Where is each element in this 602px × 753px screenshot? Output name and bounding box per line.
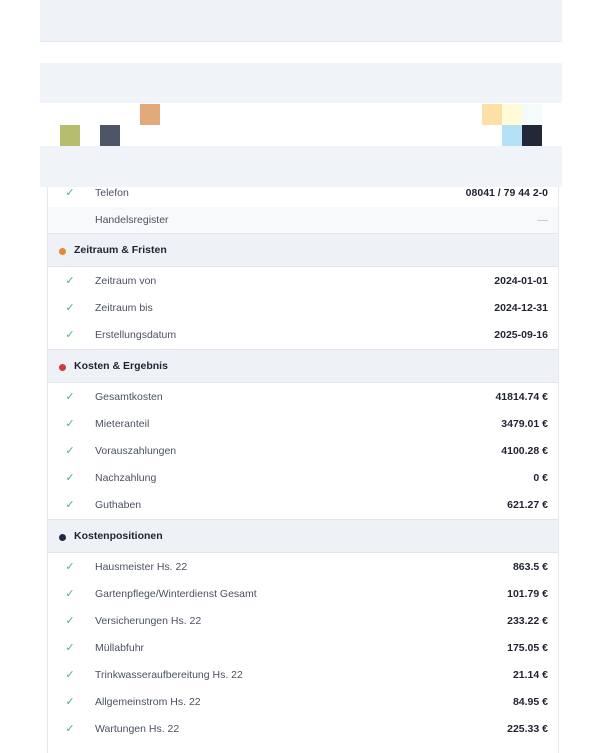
- swatch-cream: [502, 104, 522, 125]
- header-band-lower: [40, 146, 562, 187]
- list-item: ✓ Allgemeinstrom Hs. 22 84.95 €: [48, 689, 558, 716]
- check-icon: ✓: [65, 275, 75, 287]
- list-item: ✓ Gesamtkosten 41814.74 €: [48, 384, 558, 411]
- check-icon: ✓: [65, 187, 75, 199]
- check-icon: ✓: [65, 302, 75, 314]
- top-band: [40, 0, 562, 42]
- header-band: [40, 63, 562, 103]
- field-value[interactable]: 2024-12-31: [494, 302, 548, 314]
- field-label: Gesamtkosten: [95, 391, 163, 403]
- field-label: Müllabfuhr: [95, 642, 145, 654]
- swatch-mint: [522, 104, 542, 125]
- list-item: ✓ Vorauszahlungen 4100.28 €: [48, 438, 558, 465]
- check-icon: ✓: [65, 391, 75, 403]
- field-value[interactable]: 4100.28 €: [501, 445, 548, 457]
- list-item: ✓ Zeitraum bis 2024-12-31: [48, 295, 558, 322]
- swatch-tan: [140, 104, 160, 125]
- list-item: ✓ Zeitraum von 2024-01-01: [48, 268, 558, 295]
- field-label: Nachzahlung: [95, 472, 157, 484]
- list-item: ✓ Gartenpflege/Winterdienst Gesamt 101.7…: [48, 581, 558, 608]
- check-icon: ✓: [65, 418, 75, 430]
- section-header-zeitraum[interactable]: Zeitraum & Fristen: [48, 233, 558, 267]
- list-item: ✓ Mieteranteil 3479.01 €: [48, 411, 558, 438]
- check-icon: ✓: [65, 588, 75, 600]
- swatch-dark: [522, 125, 542, 146]
- check-icon: ✓: [65, 723, 75, 735]
- list-item: ✓ Versicherungen Hs. 22 233.22 €: [48, 608, 558, 635]
- field-label: Telefon: [95, 187, 129, 199]
- field-value[interactable]: 863.5 €: [513, 561, 548, 573]
- field-label: Wartungen Hs. 22: [95, 723, 180, 735]
- section-header-kosten[interactable]: Kosten & Ergebnis: [48, 349, 558, 383]
- check-icon: ✓: [65, 445, 75, 457]
- field-value[interactable]: 621.27 €: [507, 499, 548, 511]
- field-label: Gartenpflege/Winterdienst Gesamt: [95, 588, 257, 600]
- list-item: ✓ Trinkwasseraufbereitung Hs. 22 21.14 €: [48, 662, 558, 689]
- check-icon: ✓: [65, 615, 75, 627]
- status-dot-icon: [59, 248, 66, 255]
- field-value[interactable]: 3479.01 €: [501, 418, 548, 430]
- field-value[interactable]: 0 €: [533, 472, 548, 484]
- list-item: ✓ Hausmeister Hs. 22 863.5 €: [48, 554, 558, 581]
- list-item: ✓ Wartungen Hs. 22 225.33 €: [48, 716, 558, 743]
- field-label: Handelsregister: [95, 214, 169, 226]
- field-value[interactable]: 2024-01-01: [494, 275, 548, 287]
- list-item: ✓ Erstellungsdatum 2025-09-16: [48, 322, 558, 349]
- swatch-peach: [482, 104, 502, 125]
- check-icon: ✓: [65, 499, 75, 511]
- field-value[interactable]: 84.95 €: [513, 696, 548, 708]
- list-item: ✓ Nachzahlung 0 €: [48, 465, 558, 492]
- field-value[interactable]: 101.79 €: [507, 588, 548, 600]
- section-title: Kostenpositionen: [74, 530, 163, 542]
- list-item: ✓ Müllabfuhr 175.05 €: [48, 635, 558, 662]
- check-icon: ✓: [65, 472, 75, 484]
- field-label: Trinkwasseraufbereitung Hs. 22: [95, 669, 243, 681]
- swatch-sky: [502, 125, 522, 146]
- list-item: ✓ Guthaben 621.27 €: [48, 492, 558, 519]
- row-handelsregister: Handelsregister —: [48, 207, 558, 234]
- field-value[interactable]: 233.22 €: [507, 615, 548, 627]
- field-value[interactable]: 21.14 €: [513, 669, 548, 681]
- field-value[interactable]: 175.05 €: [507, 642, 548, 654]
- check-icon: ✓: [65, 669, 75, 681]
- section-title: Zeitraum & Fristen: [74, 244, 167, 256]
- swatch-olive: [60, 125, 80, 146]
- field-value[interactable]: 08041 / 79 44 2-0: [466, 187, 548, 199]
- field-label: Allgemeinstrom Hs. 22: [95, 696, 201, 708]
- field-value[interactable]: 2025-09-16: [494, 329, 548, 341]
- field-value[interactable]: —: [538, 214, 549, 226]
- check-icon: ✓: [65, 696, 75, 708]
- field-label: Guthaben: [95, 499, 142, 511]
- status-dot-icon: [59, 364, 66, 371]
- field-label: Zeitraum bis: [95, 302, 153, 314]
- field-label: Zeitraum von: [95, 275, 157, 287]
- check-icon: ✓: [65, 642, 75, 654]
- details-panel: ✓ Telefon 08041 / 79 44 2-0 Handelsregis…: [47, 180, 559, 753]
- field-label: Versicherungen Hs. 22: [95, 615, 202, 627]
- check-icon: ✓: [65, 329, 75, 341]
- check-icon: ✓: [65, 561, 75, 573]
- swatch-slate: [100, 125, 120, 146]
- section-header-kostenpositionen[interactable]: Kostenpositionen: [48, 519, 558, 553]
- status-dot-icon: [59, 534, 66, 541]
- field-value[interactable]: 41814.74 €: [495, 391, 548, 403]
- field-label: Mieteranteil: [95, 418, 150, 430]
- section-title: Kosten & Ergebnis: [74, 360, 168, 372]
- field-label: Erstellungsdatum: [95, 329, 177, 341]
- field-label: Hausmeister Hs. 22: [95, 561, 188, 573]
- field-label: Vorauszahlungen: [95, 445, 177, 457]
- field-value[interactable]: 225.33 €: [507, 723, 548, 735]
